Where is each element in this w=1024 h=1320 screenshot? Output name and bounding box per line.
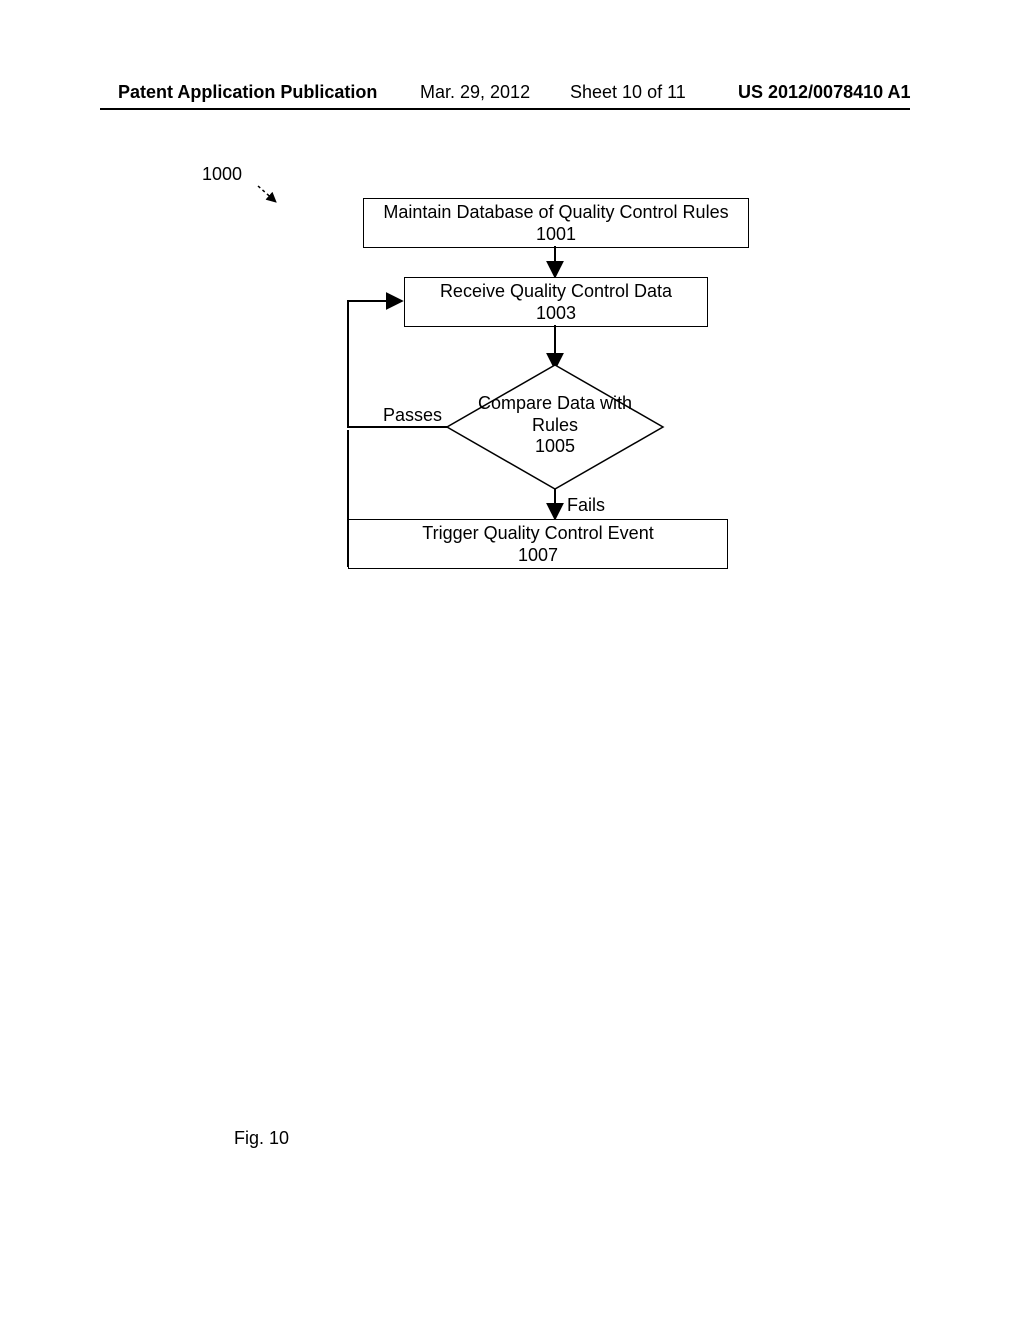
step-maintain-db: Maintain Database of Quality Control Rul… [363,198,749,248]
decision-line2: Rules [532,415,578,435]
step-number: 1001 [364,224,748,249]
step-number: 1007 [349,545,727,570]
step-title: Maintain Database of Quality Control Rul… [364,199,748,224]
page: Patent Application Publication Mar. 29, … [0,0,1024,1320]
figure-caption: Fig. 10 [234,1128,289,1149]
decision-line1: Compare Data with [478,393,632,413]
reference-arrow-icon [256,184,286,208]
header-docnum: US 2012/0078410 A1 [738,82,910,103]
header-date: Mar. 29, 2012 [420,82,530,103]
connector-fails [553,489,557,521]
connector-1001-1003 [553,246,557,279]
edge-label-passes: Passes [383,405,442,426]
edge-label-fails: Fails [567,495,605,516]
step-trigger-event: Trigger Quality Control Event 1007 [348,519,728,569]
header-sheet: Sheet 10 of 11 [570,82,686,103]
step-title: Trigger Quality Control Event [349,520,727,545]
decision-number: 1005 [535,436,575,456]
connector-1007-loop [336,430,356,575]
decision-compare: Compare Data with Rules 1005 [445,363,665,491]
flow-reference-label: 1000 [202,164,242,185]
header-publication: Patent Application Publication [118,82,377,103]
header-rule [100,108,910,110]
decision-label: Compare Data with Rules 1005 [445,393,665,458]
